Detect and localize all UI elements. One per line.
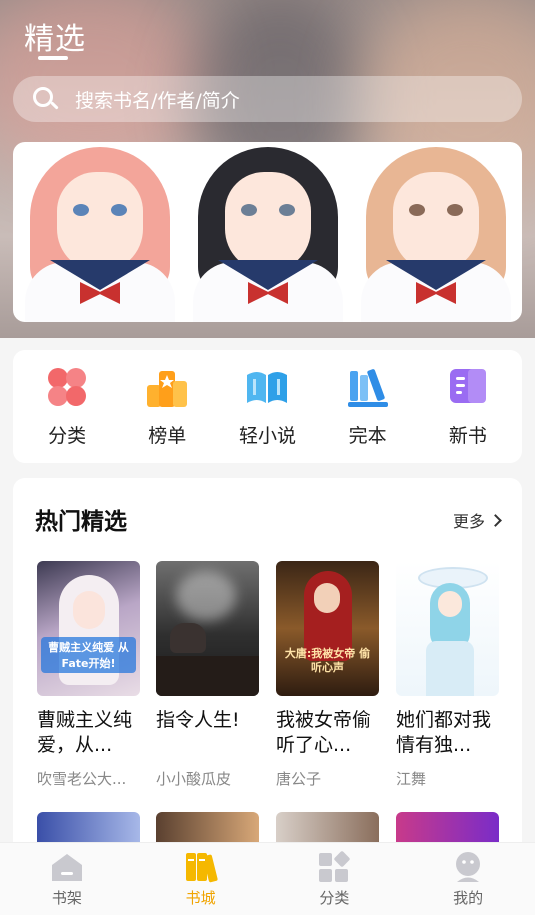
category-label: 榜单	[148, 425, 187, 447]
book-title: 她们都对我情有独...	[396, 709, 492, 756]
tab-bookshelf[interactable]: 书架	[17, 851, 117, 908]
category-bangdan[interactable]: 榜单	[122, 365, 212, 448]
new-book-icon	[446, 365, 490, 409]
book-title: 我被女帝偷听了心...	[276, 709, 372, 756]
book-cover	[156, 561, 259, 696]
banner-character-right	[351, 142, 521, 322]
tab-profile[interactable]: 我的	[418, 851, 518, 908]
book-title: 指令人生!	[156, 709, 240, 731]
book-card[interactable]: 曹贼主义纯爱 从Fate开始! 曹贼主义纯爱，从... 吹雪老公大...	[37, 561, 140, 789]
cover-title: 大唐:我被女帝 偷听心声	[284, 647, 371, 674]
chevron-right-icon	[489, 513, 502, 527]
book-cover	[396, 561, 499, 696]
title-indicator	[38, 56, 68, 60]
book-title: 曹贼主义纯爱，从...	[37, 709, 133, 756]
category-icon	[317, 851, 351, 883]
search-placeholder: 搜索书名/作者/简介	[75, 89, 240, 112]
banner-carousel[interactable]	[13, 142, 522, 322]
book-author: 江舞	[396, 770, 427, 788]
book-cover: 曹贼主义纯爱 从Fate开始!	[37, 561, 140, 696]
book-cover: 大唐:我被女帝 偷听心声	[276, 561, 379, 696]
grid-clover-icon	[45, 365, 89, 409]
book-cover-partial[interactable]	[276, 812, 379, 842]
more-label: 更多	[452, 512, 485, 531]
category-qingxiaoshuo[interactable]: 轻小说	[222, 365, 312, 448]
category-label: 分类	[48, 425, 87, 447]
category-fenlei[interactable]: 分类	[22, 365, 112, 448]
profile-icon	[451, 851, 485, 883]
more-link[interactable]: 更多	[452, 508, 502, 532]
book-card[interactable]: 她们都对我情有独... 江舞	[396, 561, 499, 789]
search-bar[interactable]: 搜索书名/作者/简介	[13, 76, 522, 122]
category-label: 完本	[348, 425, 387, 447]
tab-label: 我的	[453, 889, 484, 907]
category-label: 轻小说	[238, 425, 296, 447]
book-card[interactable]: 指令人生! 小小酸瓜皮	[156, 561, 259, 789]
category-label: 新书	[448, 425, 487, 447]
tab-label: 书架	[51, 889, 82, 907]
books-stack-icon	[346, 365, 390, 409]
book-cover-partial[interactable]	[396, 812, 499, 842]
banner-character-left	[15, 142, 185, 322]
open-book-icon	[245, 365, 289, 409]
book-cover-partial[interactable]	[156, 812, 259, 842]
category-shortcuts: 分类 榜单 轻小说 完本 新书	[13, 350, 522, 463]
book-cover-partial[interactable]	[37, 812, 140, 842]
category-xinshu[interactable]: 新书	[423, 365, 513, 448]
book-author: 唐公子	[276, 770, 322, 788]
cover-title: 曹贼主义纯爱 从Fate开始!	[41, 637, 136, 673]
bookstore-icon	[184, 851, 218, 883]
banner-character-center	[183, 142, 353, 322]
section-title: 热门精选	[35, 509, 127, 535]
category-wanben[interactable]: 完本	[323, 365, 413, 448]
book-author: 小小酸瓜皮	[156, 770, 232, 788]
search-icon	[31, 85, 59, 113]
page-title: 精选	[24, 22, 86, 57]
tab-label: 分类	[319, 889, 350, 907]
tab-label: 书城	[185, 889, 216, 907]
bookshelf-icon	[50, 851, 84, 883]
ranking-podium-icon	[145, 365, 189, 409]
tab-bookstore[interactable]: 书城	[151, 851, 251, 908]
book-author: 吹雪老公大...	[37, 770, 127, 788]
bottom-tab-bar: 书架 书城 分类 我的	[0, 842, 535, 915]
book-card[interactable]: 大唐:我被女帝 偷听心声 我被女帝偷听了心... 唐公子	[276, 561, 379, 789]
tab-category[interactable]: 分类	[284, 851, 384, 908]
